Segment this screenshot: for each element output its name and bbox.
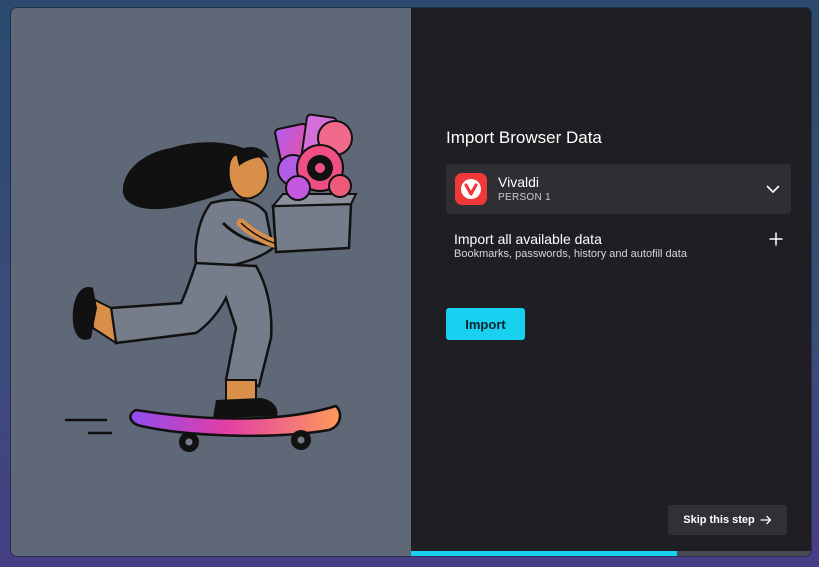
onboarding-progress-bar	[411, 551, 811, 556]
plus-icon[interactable]	[769, 232, 783, 246]
import-all-description: Bookmarks, passwords, history and autofi…	[454, 248, 687, 260]
browser-name: Vivaldi	[498, 174, 539, 190]
dialog-title: Import Browser Data	[446, 128, 602, 147]
profile-name: PERSON 1	[498, 192, 551, 203]
illustration-panel	[11, 8, 411, 556]
vivaldi-logo-icon	[455, 173, 487, 205]
progress-fill	[411, 551, 677, 556]
arrow-right-icon	[760, 515, 771, 525]
skip-step-label: Skip this step	[683, 514, 755, 526]
skip-step-button[interactable]: Skip this step	[668, 505, 787, 535]
import-dialog: Import Browser Data Vivaldi PERSON 1 Imp…	[11, 8, 811, 556]
import-panel: Import Browser Data Vivaldi PERSON 1 Imp…	[411, 8, 811, 556]
import-all-title: Import all available data	[454, 231, 602, 247]
import-all-data-option[interactable]: Import all available data Bookmarks, pas…	[446, 230, 791, 266]
chevron-down-icon	[766, 185, 780, 193]
skateboarder-illustration	[64, 113, 358, 452]
import-button[interactable]: Import	[446, 308, 525, 340]
browser-profile-dropdown[interactable]: Vivaldi PERSON 1	[446, 164, 791, 214]
